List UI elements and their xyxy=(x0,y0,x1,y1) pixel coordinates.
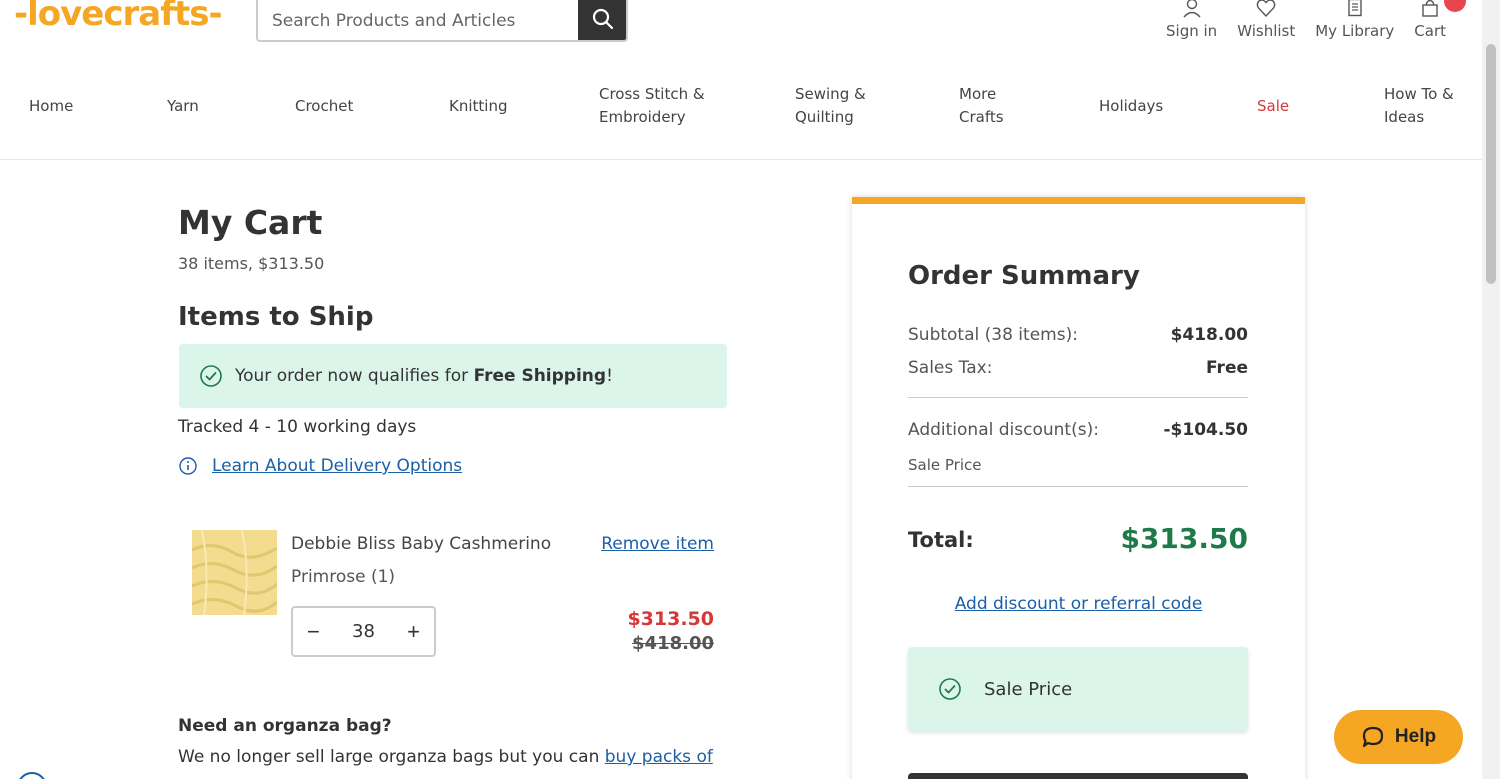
sale-price: $313.50 xyxy=(627,608,714,630)
discount-note: Sale Price xyxy=(908,456,982,474)
cart-summary-meta: 38 items, $313.50 xyxy=(178,254,325,273)
heart-icon xyxy=(1256,0,1276,18)
subtotal-value: $418.00 xyxy=(1170,325,1248,345)
sign-in-label: Sign in xyxy=(1166,22,1218,40)
accessibility-icon[interactable] xyxy=(17,772,47,779)
cart-label: Cart xyxy=(1414,22,1446,40)
delivery-info-row: Learn About Delivery Options xyxy=(178,456,462,476)
quantity-value[interactable]: 38 xyxy=(352,621,375,642)
cart-count-badge xyxy=(1444,0,1466,12)
nav-crochet[interactable]: Crochet xyxy=(295,95,353,118)
decrease-quantity-button[interactable]: − xyxy=(307,619,320,645)
subtotal-row: Subtotal (38 items): $418.00 xyxy=(908,325,1248,345)
organza-text: We no longer sell large organza bags but… xyxy=(178,747,713,767)
original-price: $418.00 xyxy=(632,633,714,654)
page-scrollbar[interactable] xyxy=(1482,0,1500,779)
library-icon xyxy=(1348,0,1362,17)
delivery-options-link[interactable]: Learn About Delivery Options xyxy=(212,456,462,476)
organza-heading: Need an organza bag? xyxy=(178,716,392,736)
nav-sewing-line2: Quilting xyxy=(795,108,854,126)
discount-label: Additional discount(s): xyxy=(908,420,1099,440)
nav-more-line1: More xyxy=(959,85,997,103)
nav-sewing-line1: Sewing & xyxy=(795,85,866,103)
help-button[interactable]: Help xyxy=(1334,710,1463,764)
increase-quantity-button[interactable]: + xyxy=(407,619,420,645)
nav-home[interactable]: Home xyxy=(29,95,73,118)
discount-link-wrap: Add discount or referral code xyxy=(852,594,1305,614)
main-nav: Home Yarn Crochet Knitting Cross Stitch … xyxy=(0,82,1482,132)
wishlist-link[interactable]: Wishlist xyxy=(1227,0,1305,40)
nav-cross-stitch-line2: Embroidery xyxy=(599,108,686,126)
search-icon xyxy=(592,8,614,30)
chat-bubble-icon xyxy=(1362,726,1384,748)
search-input[interactable] xyxy=(258,0,578,40)
order-summary-title: Order Summary xyxy=(908,261,1140,291)
yarn-image xyxy=(192,530,277,615)
nav-cross-stitch-line1: Cross Stitch & xyxy=(599,85,705,103)
library-link[interactable]: My Library xyxy=(1305,0,1404,40)
search-bar xyxy=(256,0,628,42)
free-shipping-banner: Your order now qualifies for Free Shippi… xyxy=(179,344,727,408)
scrollbar-thumb[interactable] xyxy=(1486,44,1496,284)
total-value: $313.50 xyxy=(1120,522,1248,555)
items-to-ship-heading: Items to Ship xyxy=(178,302,374,332)
tracked-delivery-text: Tracked 4 - 10 working days xyxy=(178,417,417,437)
sign-in-link[interactable]: Sign in xyxy=(1156,0,1227,40)
summary-divider xyxy=(908,397,1248,398)
nav-howto-line2: Ideas xyxy=(1384,108,1425,126)
library-label: My Library xyxy=(1315,22,1395,40)
discount-row: Additional discount(s): -$104.50 xyxy=(908,420,1248,440)
product-variant: Primrose (1) xyxy=(291,567,396,587)
nav-sale[interactable]: Sale xyxy=(1257,95,1289,118)
info-icon xyxy=(179,457,197,475)
quantity-stepper: − 38 + xyxy=(291,606,436,657)
add-discount-link[interactable]: Add discount or referral code xyxy=(955,594,1203,614)
tax-row: Sales Tax: Free xyxy=(908,358,1248,378)
page-title: My Cart xyxy=(178,203,323,242)
sale-card-label: Sale Price xyxy=(984,678,1073,700)
tax-label: Sales Tax: xyxy=(908,358,993,378)
nav-more-crafts[interactable]: More Crafts xyxy=(959,83,1004,129)
remove-item-link[interactable]: Remove item xyxy=(601,534,714,554)
nav-sewing[interactable]: Sewing & Quilting xyxy=(795,83,866,129)
nav-cross-stitch[interactable]: Cross Stitch & Embroidery xyxy=(599,83,705,129)
product-name[interactable]: Debbie Bliss Baby Cashmerino xyxy=(291,534,551,554)
nav-holidays[interactable]: Holidays xyxy=(1099,95,1163,118)
tax-value: Free xyxy=(1206,358,1248,378)
cart-item: Debbie Bliss Baby Cashmerino Primrose (1… xyxy=(192,530,714,660)
discount-value: -$104.50 xyxy=(1163,420,1249,440)
help-label: Help xyxy=(1394,726,1437,747)
order-summary-panel: Order Summary Subtotal (38 items): $418.… xyxy=(852,197,1305,779)
nav-knitting[interactable]: Knitting xyxy=(449,95,507,118)
user-icon xyxy=(1183,0,1201,18)
nav-howto-line1: How To & xyxy=(1384,85,1454,103)
organza-link[interactable]: buy packs of xyxy=(605,747,713,767)
check-circle-icon xyxy=(200,365,222,387)
search-button[interactable] xyxy=(578,0,626,40)
cart-icon xyxy=(1422,0,1438,17)
product-thumbnail[interactable] xyxy=(192,530,277,615)
sale-price-card: Sale Price xyxy=(908,647,1248,731)
nav-how-to[interactable]: How To & Ideas xyxy=(1384,83,1454,129)
check-circle-icon xyxy=(939,678,961,700)
free-shipping-text: Your order now qualifies for Free Shippi… xyxy=(235,366,613,386)
wishlist-label: Wishlist xyxy=(1237,22,1296,40)
summary-divider xyxy=(908,486,1248,487)
nav-more-line2: Crafts xyxy=(959,108,1004,126)
nav-yarn[interactable]: Yarn xyxy=(167,95,199,118)
subtotal-label: Subtotal (38 items): xyxy=(908,325,1078,345)
total-label: Total: xyxy=(908,528,974,552)
utility-nav: Sign in Wishlist My Library Cart xyxy=(1156,0,1466,40)
lovecrafts-logo[interactable]: -lovecrafts- xyxy=(14,0,223,34)
site-header: -lovecrafts- Sign in Wishlist xyxy=(0,0,1482,160)
checkout-button[interactable] xyxy=(908,773,1248,779)
cart-link[interactable]: Cart xyxy=(1404,0,1466,40)
